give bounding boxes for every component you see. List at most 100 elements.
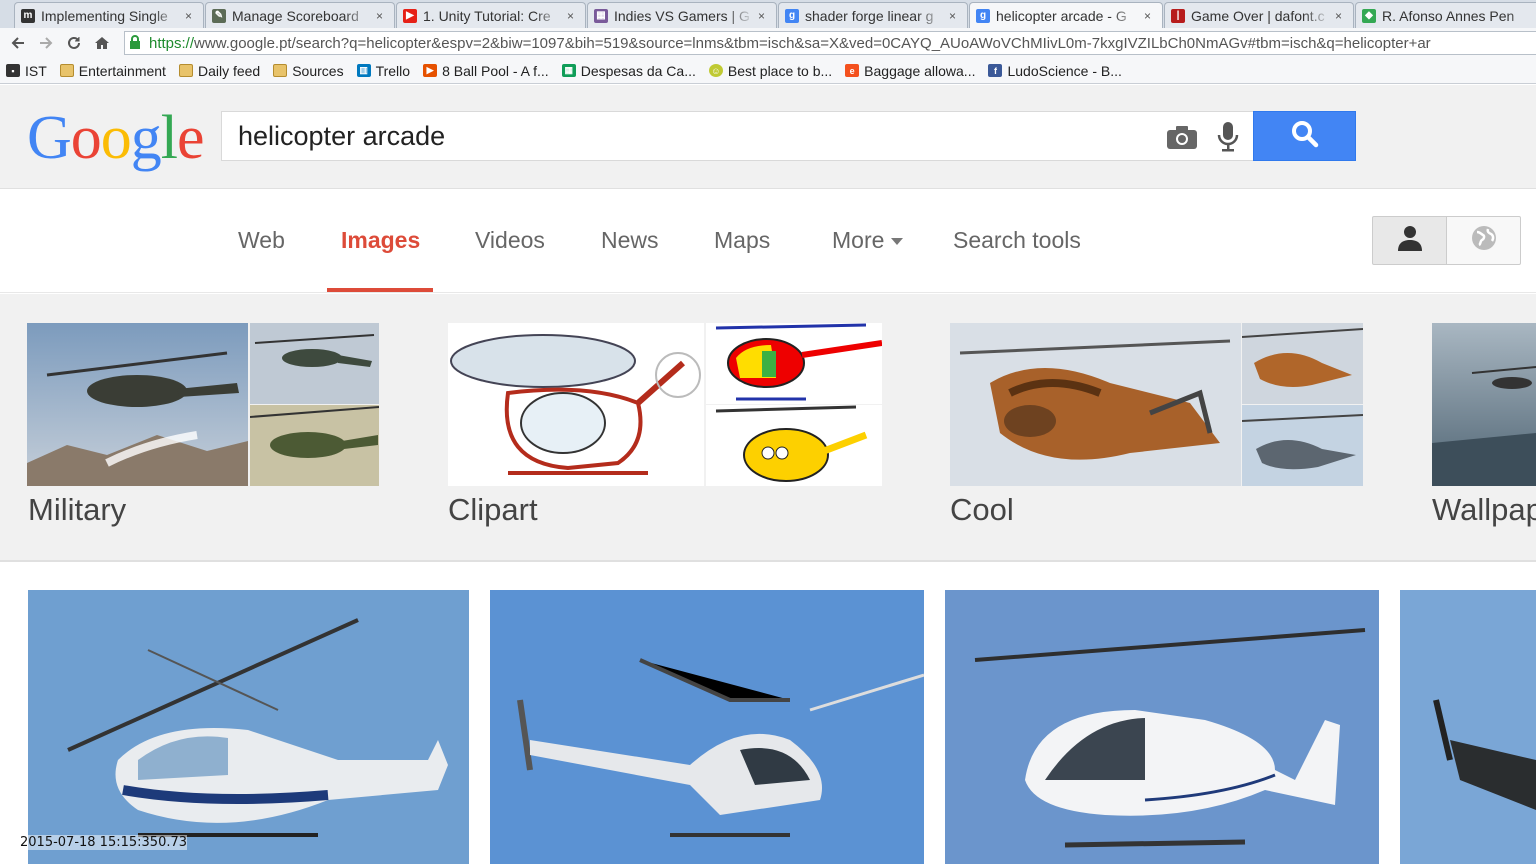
- close-tab-icon[interactable]: ×: [1335, 9, 1347, 23]
- search-button[interactable]: [1253, 111, 1356, 161]
- close-tab-icon[interactable]: ×: [376, 9, 388, 23]
- bookmark-folder-entertainment[interactable]: Entertainment: [59, 62, 166, 79]
- browser-tab[interactable]: g shader forge linear g ×: [778, 2, 968, 28]
- bookmark-label: Despesas da Ca...: [580, 62, 696, 79]
- bookmark-folder-daily-feed[interactable]: Daily feed: [178, 63, 260, 79]
- google-logo[interactable]: Google: [27, 104, 205, 172]
- close-tab-icon[interactable]: ×: [185, 9, 197, 23]
- tab-title: Manage Scoreboard: [232, 7, 359, 24]
- close-tab-icon[interactable]: ×: [567, 9, 579, 23]
- tab-more-label: More: [832, 227, 885, 253]
- search-icon: [1291, 120, 1319, 153]
- tab-title: Game Over | dafont.c: [1191, 7, 1325, 24]
- image-result[interactable]: [1400, 590, 1536, 864]
- back-arrow-icon[interactable]: [4, 29, 32, 57]
- bookmark-label: Best place to b...: [727, 62, 833, 79]
- close-tab-icon[interactable]: ×: [758, 9, 770, 23]
- reload-icon[interactable]: [60, 29, 88, 57]
- image-result[interactable]: [945, 590, 1379, 864]
- category-thumb-small[interactable]: [1242, 323, 1363, 404]
- browser-toolbar: https://www.google.pt/search?q=helicopte…: [0, 28, 1536, 58]
- smiley-icon: ☺: [708, 64, 723, 77]
- browser-tab[interactable]: ✎ Manage Scoreboard ×: [205, 2, 395, 28]
- address-bar[interactable]: https://www.google.pt/search?q=helicopte…: [124, 31, 1536, 55]
- google-favicon-icon: g: [976, 8, 990, 23]
- indies-favicon-icon: ▦: [594, 8, 608, 23]
- baggage-site-icon: e: [845, 64, 860, 77]
- category-label[interactable]: Military: [28, 492, 126, 528]
- personal-results-button[interactable]: [1372, 216, 1447, 265]
- home-icon[interactable]: [88, 29, 116, 57]
- category-thumb-main[interactable]: [1432, 323, 1536, 486]
- bookmark-best-place[interactable]: ☺ Best place to b...: [708, 62, 833, 79]
- tab-title: 1. Unity Tutorial: Cre: [423, 7, 551, 24]
- global-results-button[interactable]: [1446, 216, 1521, 265]
- ist-icon: ▪: [6, 64, 20, 77]
- bookmark-8-ball-pool[interactable]: ▶ 8 Ball Pool - A f...: [423, 63, 549, 79]
- camera-icon[interactable]: [1166, 122, 1198, 152]
- facebook-icon: f: [988, 64, 1003, 77]
- bookmark-label: LudoScience - B...: [1007, 62, 1122, 79]
- tab-more[interactable]: More: [832, 227, 904, 254]
- youtube-favicon-icon: ▶: [403, 8, 417, 23]
- tab-maps[interactable]: Maps: [714, 227, 770, 254]
- bookmark-trello[interactable]: ▥ Trello: [356, 62, 411, 79]
- related-categories: Military Clipart Cool Wallpap: [0, 294, 1536, 562]
- category-label[interactable]: Clipart: [448, 492, 538, 528]
- microphone-icon[interactable]: [1212, 122, 1244, 152]
- image-result[interactable]: [28, 590, 469, 864]
- tab-news[interactable]: News: [601, 227, 659, 254]
- tab-title: Indies VS Gamers | G: [614, 7, 750, 24]
- forward-arrow-icon[interactable]: [32, 29, 60, 57]
- google-header: Google helicopter arcade: [0, 85, 1536, 189]
- tab-title: shader forge linear g: [805, 7, 934, 24]
- lock-icon: [129, 34, 149, 52]
- tab-videos[interactable]: Videos: [475, 227, 545, 254]
- browser-tab[interactable]: | Game Over | dafont.c ×: [1164, 2, 1354, 28]
- browser-tab[interactable]: ▶ 1. Unity Tutorial: Cre ×: [396, 2, 586, 28]
- close-tab-icon[interactable]: ×: [949, 9, 961, 23]
- category-thumb-small[interactable]: [250, 405, 379, 486]
- bookmark-label: Trello: [375, 62, 411, 79]
- browser-tab-strip: m Implementing Single × ✎ Manage Scorebo…: [0, 0, 1536, 28]
- close-tab-icon[interactable]: ×: [1144, 9, 1156, 23]
- category-thumb-main[interactable]: [448, 323, 704, 486]
- url-text: www.google.pt/search?q=helicopter&espv=2…: [194, 34, 1431, 52]
- logo-letter: e: [177, 104, 205, 172]
- search-tools-button[interactable]: Search tools: [953, 227, 1081, 254]
- bookmark-baggage[interactable]: e Baggage allowa...: [845, 63, 975, 79]
- tab-title: helicopter arcade - G: [996, 7, 1127, 24]
- browser-tab[interactable]: m Implementing Single ×: [14, 2, 204, 28]
- tab-title: R. Afonso Annes Pen: [1382, 7, 1515, 24]
- category-label[interactable]: Cool: [950, 492, 1014, 528]
- search-input[interactable]: helicopter arcade: [221, 111, 1254, 161]
- m-favicon-icon: m: [21, 8, 35, 23]
- globe-icon: [1471, 225, 1497, 256]
- image-result[interactable]: [490, 590, 924, 864]
- folder-icon: [273, 64, 288, 77]
- category-thumb-main[interactable]: [27, 323, 248, 486]
- scoreboard-favicon-icon: ✎: [212, 8, 226, 23]
- bookmark-despesas[interactable]: ▦ Despesas da Ca...: [561, 62, 696, 79]
- browser-tab[interactable]: ◆ R. Afonso Annes Pen: [1355, 2, 1536, 28]
- logo-letter: o: [100, 104, 132, 172]
- browser-tab-active[interactable]: g helicopter arcade - G ×: [969, 2, 1163, 28]
- bookmark-folder-ist[interactable]: ▪ IST: [6, 63, 47, 79]
- category-thumb-small[interactable]: [706, 323, 882, 404]
- person-icon: [1397, 225, 1422, 256]
- folder-icon: [178, 64, 193, 77]
- bookmark-label: Entertainment: [78, 62, 166, 79]
- category-label[interactable]: Wallpap: [1432, 492, 1536, 528]
- category-thumb-main[interactable]: [950, 323, 1241, 486]
- bookmark-ludoscience[interactable]: f LudoScience - B...: [988, 62, 1122, 79]
- category-thumb-small[interactable]: [250, 323, 379, 404]
- category-thumb-small[interactable]: [706, 405, 882, 486]
- bookmarks-bar: ▪ IST Entertainment Daily feed Sources ▥ T…: [0, 58, 1536, 84]
- browser-tab[interactable]: ▦ Indies VS Gamers | G ×: [587, 2, 777, 28]
- bookmark-folder-sources[interactable]: Sources: [273, 63, 344, 79]
- category-thumb-small[interactable]: [1242, 405, 1363, 486]
- tab-web[interactable]: Web: [238, 227, 285, 254]
- tab-images[interactable]: Images: [341, 227, 420, 254]
- logo-letter: l: [160, 104, 178, 172]
- dafont-favicon-icon: |: [1171, 8, 1185, 23]
